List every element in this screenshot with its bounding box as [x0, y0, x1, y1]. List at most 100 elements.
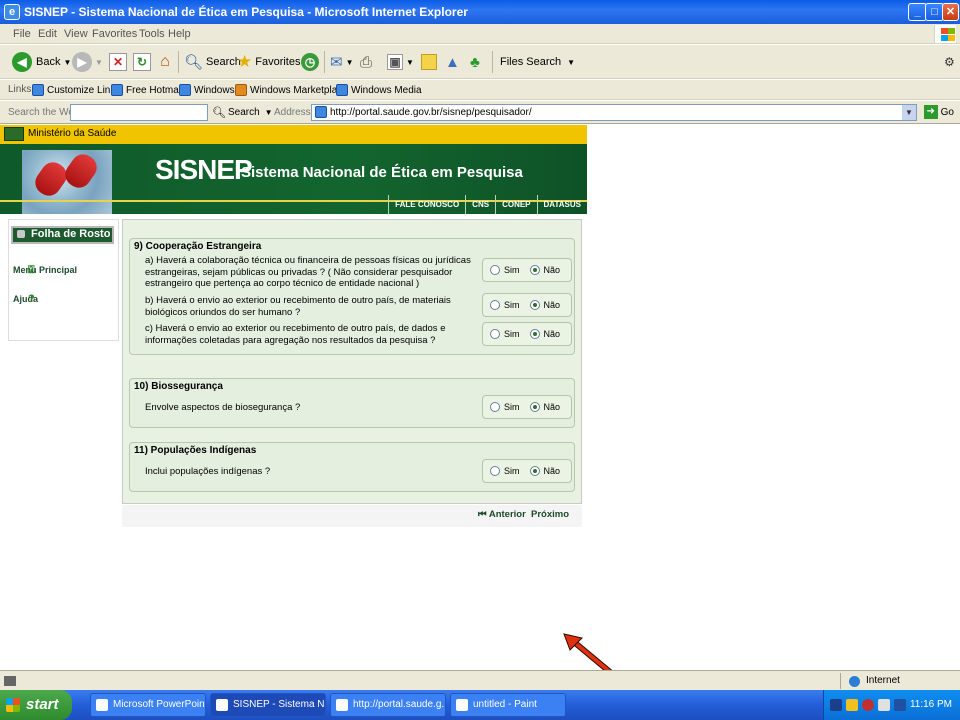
home-button[interactable]: ⌂: [156, 50, 174, 74]
link-free-hotmail[interactable]: Free Hotmail: [111, 84, 183, 96]
home-icon: ⌂: [160, 53, 170, 70]
menu-edit[interactable]: Edit: [38, 28, 57, 40]
link-windows[interactable]: Windows: [179, 84, 235, 96]
back-dropdown-icon[interactable]: ▼: [63, 58, 71, 67]
nav-conep[interactable]: CONEP: [495, 195, 536, 214]
edit-dropdown-icon[interactable]: ▼: [406, 58, 414, 67]
refresh-button[interactable]: ↻: [133, 50, 151, 74]
menu-file[interactable]: File: [13, 28, 31, 40]
radio-nao[interactable]: [529, 300, 540, 310]
stop-button[interactable]: ✕: [109, 50, 127, 74]
history-button[interactable]: ◷: [301, 50, 319, 74]
messenger-button[interactable]: ♣: [470, 50, 480, 74]
task-paint[interactable]: untitled - Paint: [450, 693, 566, 717]
zone-label: Internet: [866, 675, 900, 686]
tray-icon[interactable]: [862, 699, 874, 711]
search-web-dropdown-icon[interactable]: ▼: [265, 108, 273, 117]
link-windows-marketplace[interactable]: Windows Marketplace: [235, 84, 348, 96]
security-zone: Internet: [840, 673, 960, 689]
proximo-link[interactable]: Próximo: [531, 509, 569, 520]
nav-datasus[interactable]: DATASUS: [536, 195, 587, 214]
menu-view[interactable]: View: [64, 28, 88, 40]
status-bar: Internet: [0, 670, 960, 690]
forward-dropdown-icon: ▼: [95, 57, 103, 67]
task-portal[interactable]: http://portal.saude.g...: [330, 693, 446, 717]
go-button[interactable]: ➜ Go: [923, 105, 954, 119]
search-button[interactable]: 🔍︎ Search: [184, 50, 241, 74]
files-search-button[interactable]: Files Search ▼: [500, 50, 575, 74]
edit-button[interactable]: ▣ ▼: [387, 50, 414, 74]
radio-nao-label: Não: [543, 265, 561, 275]
menu-tools[interactable]: Tools: [139, 28, 165, 40]
window-title: SISNEP - Sistema Nacional de Ética em Pe…: [24, 5, 468, 19]
radio-sim[interactable]: [490, 402, 500, 412]
folha-de-rosto-button[interactable]: Folha de Rosto: [11, 226, 114, 244]
close-button[interactable]: ✕: [942, 3, 959, 21]
link-windows-media[interactable]: Windows Media: [336, 84, 422, 96]
page-icon: [336, 84, 348, 96]
edit-icon: ▣: [387, 54, 403, 70]
link-label: Customize Links: [47, 84, 121, 96]
search-web-button[interactable]: 🔍︎ Search ▼: [212, 104, 273, 121]
mail-dropdown-icon[interactable]: ▼: [346, 58, 354, 67]
menu-principal-link[interactable]: ⍰ Menu Principal: [13, 264, 77, 275]
ajuda-link[interactable]: ? Ajuda: [13, 293, 38, 304]
research-button[interactable]: ▲: [445, 50, 460, 74]
link-customize-links[interactable]: Customize Links: [32, 84, 120, 96]
task-sisnep[interactable]: SISNEP - Sistema Nac...: [210, 693, 326, 717]
menu-bar: File Edit View Favorites Tools Help: [0, 24, 960, 44]
radio-sim[interactable]: [490, 329, 500, 339]
discuss-button[interactable]: [421, 50, 437, 74]
address-bar: Search the Web 🔍︎ Search ▼ Address http:…: [0, 101, 960, 124]
toolbar-options-icon[interactable]: ⚙: [944, 50, 955, 74]
nav-fale-conosco[interactable]: FALE CONOSCO: [388, 195, 465, 214]
mail-icon: ✉: [330, 54, 343, 71]
left-panel: Folha de Rosto ⍰ Menu Principal ? Ajuda: [8, 219, 119, 341]
title-bar: e SISNEP - Sistema Nacional de Ética em …: [0, 0, 960, 24]
clock: 11:16 PM: [909, 699, 952, 710]
tray-icon[interactable]: [894, 699, 906, 711]
print-button[interactable]: ⎙: [360, 50, 372, 74]
favorites-button[interactable]: ★ Favorites: [237, 50, 301, 74]
section-title: 9) Cooperação Estrangeira: [134, 241, 262, 252]
question-text: c) Haverá o envio ao exterior ou recebim…: [145, 323, 446, 346]
radio-nao[interactable]: [529, 402, 540, 412]
messenger-icon: ♣: [470, 53, 480, 71]
page-icon: [179, 84, 191, 96]
radio-group-10: Sim Não: [482, 395, 572, 419]
printer-icon: ⎙: [360, 53, 373, 71]
radio-nao-label: Não: [543, 466, 561, 476]
tray-icon[interactable]: [846, 699, 858, 711]
radio-nao[interactable]: [529, 265, 540, 275]
radio-group-9a: Sim Não: [482, 258, 572, 282]
mail-button[interactable]: ✉ ▼: [330, 50, 354, 74]
search-web-input[interactable]: [70, 104, 208, 121]
search-icon: 🔍︎: [184, 54, 204, 71]
address-input[interactable]: http://portal.saude.gov.br/sisnep/pesqui…: [311, 104, 917, 121]
anterior-link[interactable]: ⏮ Anterior: [478, 509, 526, 520]
files-search-dropdown-icon[interactable]: ▼: [567, 58, 575, 67]
forward-button[interactable]: ▶ ▼: [72, 50, 103, 74]
forward-arrow-icon: ▶: [72, 52, 92, 72]
tray-icon[interactable]: [878, 699, 890, 711]
radio-nao[interactable]: [529, 329, 540, 339]
task-powerpoint[interactable]: Microsoft PowerPoint ...: [90, 693, 206, 717]
radio-nao[interactable]: [529, 466, 540, 476]
address-dropdown-icon[interactable]: ▼: [902, 105, 916, 120]
nav-cns[interactable]: CNS: [465, 195, 495, 214]
radio-sim[interactable]: [490, 300, 500, 310]
back-button[interactable]: ◀ Back ▼: [12, 50, 71, 74]
tray-icon[interactable]: [830, 699, 842, 711]
radio-sim[interactable]: [490, 466, 500, 476]
back-label: Back: [36, 56, 61, 68]
menu-favorites[interactable]: Favorites: [92, 28, 137, 40]
start-button[interactable]: start: [0, 690, 72, 720]
radio-sim[interactable]: [490, 265, 500, 275]
site-nav: FALE CONOSCO CNS CONEP DATASUS: [388, 195, 587, 214]
menu-help[interactable]: Help: [168, 28, 191, 40]
links-label: Links: [8, 84, 32, 95]
note-icon: [421, 54, 437, 70]
radio-group-9b: Sim Não: [482, 293, 572, 317]
ministry-name: Ministério da Saúde: [28, 128, 117, 139]
link-label: Windows Marketplace: [250, 84, 348, 96]
